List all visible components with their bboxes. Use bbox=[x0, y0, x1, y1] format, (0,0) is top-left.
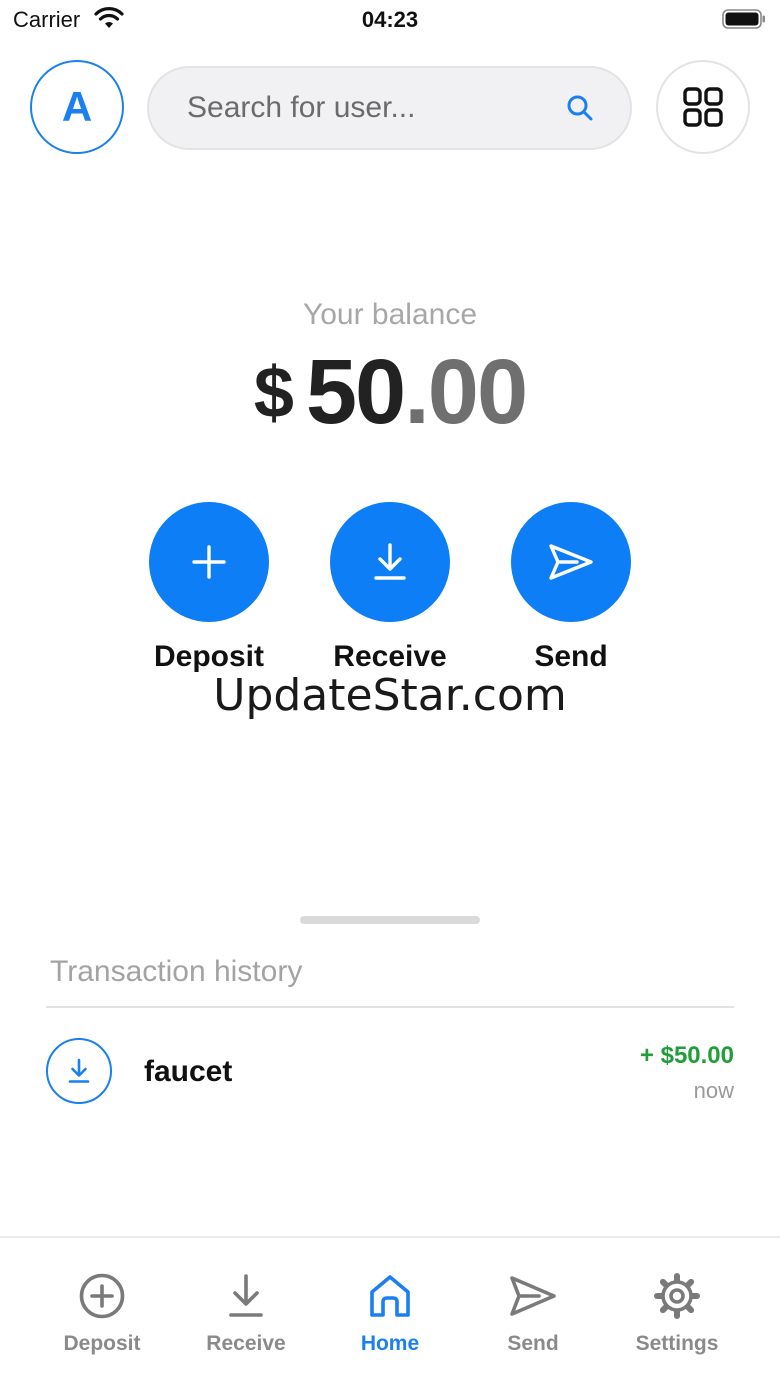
grid-icon bbox=[683, 87, 723, 127]
status-time: 04:23 bbox=[361, 7, 419, 32]
deposit-button[interactable]: Deposit bbox=[119, 502, 299, 674]
receive-label: Receive bbox=[333, 640, 447, 673]
transaction-history-title: Transaction history bbox=[50, 955, 303, 988]
transaction-name: faucet bbox=[144, 1055, 233, 1088]
send-icon bbox=[510, 1276, 556, 1316]
balance-currency: $ bbox=[253, 353, 294, 433]
tab-send[interactable]: Send bbox=[463, 1272, 603, 1356]
search-input[interactable] bbox=[187, 91, 547, 125]
tab-deposit-label: Deposit bbox=[63, 1332, 141, 1355]
balance-whole: 50 bbox=[305, 341, 406, 443]
send-action-circle[interactable] bbox=[511, 502, 631, 622]
transaction-time: now bbox=[693, 1078, 734, 1103]
download-icon bbox=[229, 1274, 263, 1317]
status-bar: Carrier 04:23 bbox=[0, 0, 780, 40]
tab-deposit[interactable]: Deposit bbox=[32, 1272, 172, 1356]
balance-amount: $50.00 bbox=[0, 340, 780, 445]
tab-settings[interactable]: Settings bbox=[607, 1272, 747, 1356]
tab-send-label: Send bbox=[507, 1332, 559, 1355]
download-icon bbox=[374, 543, 406, 580]
tab-home-label: Home bbox=[360, 1332, 420, 1355]
send-button[interactable]: Send bbox=[481, 502, 661, 674]
transaction-row[interactable]: faucet + $50.00 now bbox=[46, 1038, 734, 1108]
receive-button[interactable]: Receive bbox=[300, 502, 480, 674]
watermark-text: UpdateStar.com bbox=[213, 670, 567, 721]
transaction-type-icon bbox=[46, 1038, 112, 1104]
search-icon[interactable] bbox=[566, 94, 594, 122]
receive-action-circle[interactable] bbox=[330, 502, 450, 622]
home-icon bbox=[370, 1275, 410, 1317]
gear-icon bbox=[654, 1273, 700, 1319]
plus-circle-icon bbox=[79, 1273, 125, 1319]
battery-icon bbox=[722, 9, 765, 29]
download-icon bbox=[68, 1058, 90, 1083]
balance-label: Your balance bbox=[302, 298, 478, 331]
tab-receive[interactable]: Receive bbox=[176, 1272, 316, 1356]
avatar[interactable]: A bbox=[30, 60, 124, 154]
transaction-amount: + $50.00 bbox=[639, 1042, 734, 1069]
apps-grid-button[interactable] bbox=[656, 60, 750, 154]
send-icon bbox=[549, 544, 593, 580]
plus-icon bbox=[192, 545, 226, 579]
deposit-label: Deposit bbox=[153, 640, 264, 673]
divider bbox=[46, 1006, 734, 1008]
tab-receive-label: Receive bbox=[206, 1332, 286, 1355]
search-bar[interactable] bbox=[147, 66, 632, 150]
avatar-initial: A bbox=[61, 83, 93, 130]
tab-settings-label: Settings bbox=[635, 1332, 719, 1355]
balance-decimal: .00 bbox=[404, 341, 528, 443]
tab-bar: Deposit Receive Home Send Settings bbox=[0, 1236, 780, 1387]
tab-home[interactable]: Home bbox=[320, 1272, 460, 1356]
deposit-action-circle[interactable] bbox=[149, 502, 269, 622]
send-label: Send bbox=[534, 640, 608, 673]
sheet-drag-handle[interactable] bbox=[300, 916, 480, 924]
